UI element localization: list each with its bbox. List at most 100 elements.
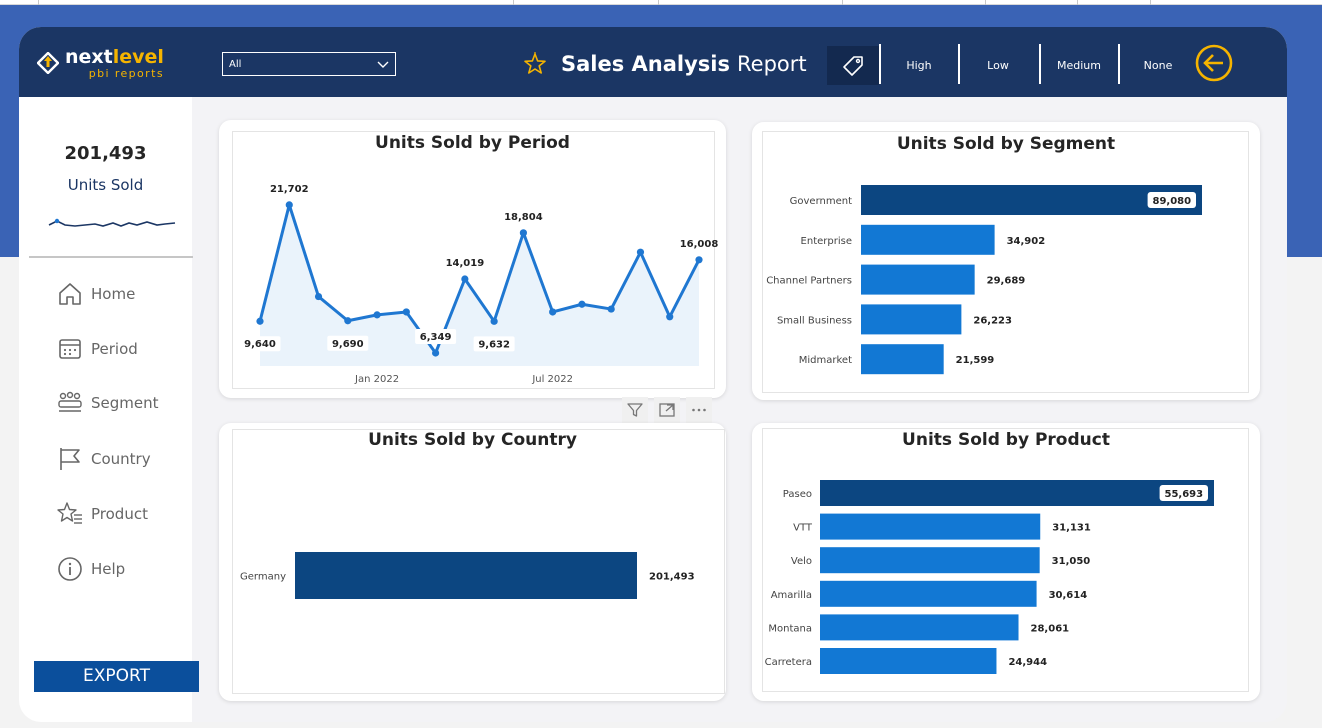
card-units-by-country: Units Sold by Country Germany 201,493	[219, 423, 726, 701]
calendar-icon	[59, 339, 81, 359]
category-label: Amarilla	[771, 590, 812, 601]
kpi-units-sold-value: 201,493	[64, 143, 147, 164]
back-arrow-icon[interactable]	[1194, 43, 1234, 83]
info-icon	[58, 557, 82, 581]
star-list-icon	[57, 502, 82, 524]
segment-none-button[interactable]: None	[1120, 46, 1196, 85]
line-point	[373, 311, 381, 319]
segment-low-button[interactable]: Low	[960, 46, 1036, 85]
bar	[861, 224, 995, 255]
report-header: nextlevel pbi reports All Sales Analysis…	[19, 27, 1287, 97]
line-point	[578, 300, 586, 308]
data-label: 89,080	[1153, 196, 1192, 207]
bar	[820, 480, 1214, 506]
flag-icon	[60, 448, 80, 470]
data-label: 21,702	[270, 184, 309, 195]
card-units-by-segment: Units Sold by Segment Government 89,080 En…	[752, 122, 1260, 400]
data-label: 9,690	[332, 339, 364, 350]
bar	[820, 580, 1037, 607]
segment-medium-button[interactable]: Medium	[1041, 46, 1117, 85]
sidebar: 201,493 Units Sold Home Period Segment C…	[19, 97, 199, 722]
logo-brand-accent: level	[112, 45, 164, 68]
data-label: 34,902	[1007, 236, 1046, 247]
kpi-units-sold-label: Units Sold	[67, 176, 144, 194]
title-bold: Sales Analysis	[561, 52, 731, 76]
category-label: Enterprise	[801, 236, 852, 247]
data-label: 30,614	[1049, 590, 1088, 601]
logo-brand-sub: pbi reports	[88, 66, 164, 80]
data-label: 21,599	[956, 355, 995, 366]
line-point	[607, 305, 615, 313]
line-point	[636, 248, 645, 256]
page-title: Sales Analysis Report	[523, 49, 807, 79]
card-units-by-period: Units Sold by Period 9,640 21,702 9,690 6,3…	[219, 120, 726, 398]
export-button[interactable]: EXPORT	[34, 661, 199, 692]
category-label: Velo	[791, 556, 812, 567]
category-label: Government	[790, 196, 852, 207]
sidebar-item-product[interactable]: Product	[57, 500, 148, 528]
sidebar-item-country[interactable]: Country	[57, 445, 151, 473]
tag-button[interactable]	[827, 46, 879, 85]
data-label: 6,349	[420, 332, 452, 343]
bar	[295, 552, 637, 599]
data-label: 26,223	[973, 315, 1012, 326]
category-label: Montana	[768, 623, 812, 634]
category-label: VTT	[793, 523, 813, 534]
segment-high-button[interactable]: High	[881, 46, 957, 85]
card-units-by-product: Units Sold by Product Paseo 55,693 VTT 31,1…	[752, 423, 1260, 701]
category-label: Small Business	[777, 315, 852, 326]
line-point	[490, 317, 498, 325]
data-label: 9,640	[244, 339, 276, 350]
bar	[820, 614, 1019, 641]
line-point	[666, 313, 674, 321]
more-options-icon[interactable]	[686, 397, 712, 423]
sidebar-item-segment[interactable]: Segment	[57, 389, 159, 417]
category-label: Paseo	[783, 489, 812, 500]
filter-dropdown-value: All	[229, 59, 242, 70]
data-label: 29,689	[987, 276, 1026, 287]
data-label: 14,019	[446, 258, 485, 269]
sidebar-item-period[interactable]: Period	[57, 335, 138, 363]
bar	[820, 547, 1040, 574]
bar	[820, 513, 1041, 540]
category-label: Germany	[240, 572, 286, 583]
line-point	[256, 317, 264, 325]
line-point	[402, 308, 410, 316]
data-label: 24,944	[1008, 657, 1047, 668]
filter-dropdown[interactable]: All	[222, 52, 396, 76]
segment-bar-chart: Government 89,080 Enterprise 34,902 Channel …	[766, 185, 1202, 375]
line-point	[432, 349, 440, 357]
tag-icon	[843, 55, 863, 76]
category-label: Channel Partners	[766, 276, 852, 287]
line-point	[344, 317, 352, 325]
line-point	[519, 229, 527, 237]
category-label: Carretera	[765, 657, 812, 668]
sidebar-item-label: Segment	[91, 394, 159, 412]
line-point	[285, 201, 293, 209]
brand-logo: nextlevel pbi reports	[37, 43, 164, 83]
sidebar-item-label: Period	[91, 340, 138, 358]
data-label: 31,050	[1052, 556, 1091, 567]
data-label: 201,493	[649, 572, 695, 583]
data-label: 55,693	[1165, 489, 1204, 500]
title-regular: Report	[737, 52, 807, 76]
data-label: 18,804	[504, 212, 543, 223]
country-bar-chart: Germany 201,493	[240, 552, 695, 599]
logo-mark-icon	[37, 52, 59, 74]
chevron-down-icon	[377, 61, 389, 68]
product-bar-chart: Paseo 55,693 VTT 31,131 Velo 31,050 Amarilla 30…	[765, 480, 1214, 674]
sidebar-item-home[interactable]: Home	[57, 280, 135, 308]
bar	[861, 344, 944, 375]
filter-icon[interactable]	[622, 397, 648, 423]
line-point	[461, 275, 469, 283]
sidebar-item-help[interactable]: Help	[57, 555, 125, 583]
sidebar-divider	[29, 256, 193, 258]
data-label: 28,061	[1031, 623, 1070, 634]
x-tick-label: Jul 2022	[531, 374, 573, 385]
focus-mode-icon[interactable]	[654, 397, 680, 423]
sidebar-item-label: Home	[91, 285, 136, 303]
kpi-sparkline	[48, 218, 176, 227]
sidebar-item-label: Country	[91, 450, 151, 468]
star-icon	[524, 52, 546, 74]
line-point	[695, 256, 703, 264]
